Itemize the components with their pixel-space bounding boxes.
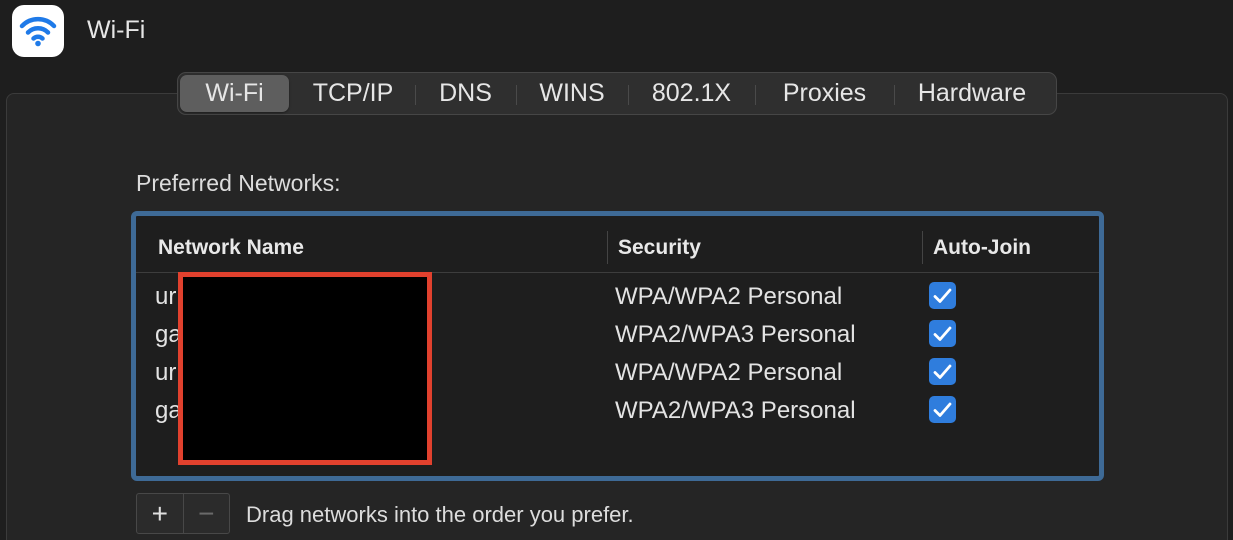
column-divider (922, 231, 923, 264)
checkmark-icon (933, 326, 952, 341)
wifi-icon (12, 5, 64, 57)
tab-wifi[interactable]: Wi-Fi (180, 75, 289, 112)
tab-dns[interactable]: DNS (418, 75, 513, 112)
tab-separator (894, 85, 895, 105)
auto-join-checkbox[interactable] (929, 320, 956, 347)
column-header-security[interactable]: Security (618, 234, 701, 262)
column-header-auto-join[interactable]: Auto-Join (933, 234, 1031, 262)
network-name-cell: ur (155, 359, 177, 386)
tab-separator (755, 85, 756, 105)
security-cell: WPA2/WPA3 Personal (615, 321, 856, 348)
add-network-button[interactable]: + (137, 494, 183, 533)
security-cell: WPA2/WPA3 Personal (615, 397, 856, 424)
tab-separator (415, 85, 416, 105)
security-cell: WPA/WPA2 Personal (615, 359, 843, 386)
auto-join-checkbox[interactable] (929, 358, 956, 385)
tab-separator (516, 85, 517, 105)
column-header-network-name[interactable]: Network Name (158, 234, 304, 262)
tab-tcp-ip[interactable]: TCP/IP (294, 75, 412, 112)
tab-separator (628, 85, 629, 105)
checkmark-icon (933, 364, 952, 379)
preferred-networks-label: Preferred Networks: (136, 170, 341, 196)
checkmark-icon (933, 402, 952, 417)
tab-bar: Wi-Fi TCP/IP DNS WINS 802.1X Proxies Har… (177, 72, 1057, 115)
drag-hint-text: Drag networks into the order you prefer. (246, 502, 634, 527)
tab-proxies[interactable]: Proxies (758, 75, 891, 112)
wifi-preferences-window: Wi-Fi Wi-Fi TCP/IP DNS WINS 802.1X Proxi… (0, 0, 1233, 540)
security-cell: WPA/WPA2 Personal (615, 283, 843, 310)
auto-join-checkbox[interactable] (929, 396, 956, 423)
remove-network-button[interactable]: − (184, 494, 230, 533)
tab-hardware[interactable]: Hardware (897, 75, 1047, 112)
tab-802-1x[interactable]: 802.1X (631, 75, 752, 112)
network-name-cell: ur (155, 283, 177, 310)
tab-wins[interactable]: WINS (519, 75, 625, 112)
checkmark-icon (933, 288, 952, 303)
window-title: Wi-Fi (87, 16, 146, 44)
auto-join-checkbox[interactable] (929, 282, 956, 309)
add-remove-buttons: + − (136, 493, 230, 534)
column-divider (607, 231, 608, 264)
redaction-box (178, 272, 432, 465)
